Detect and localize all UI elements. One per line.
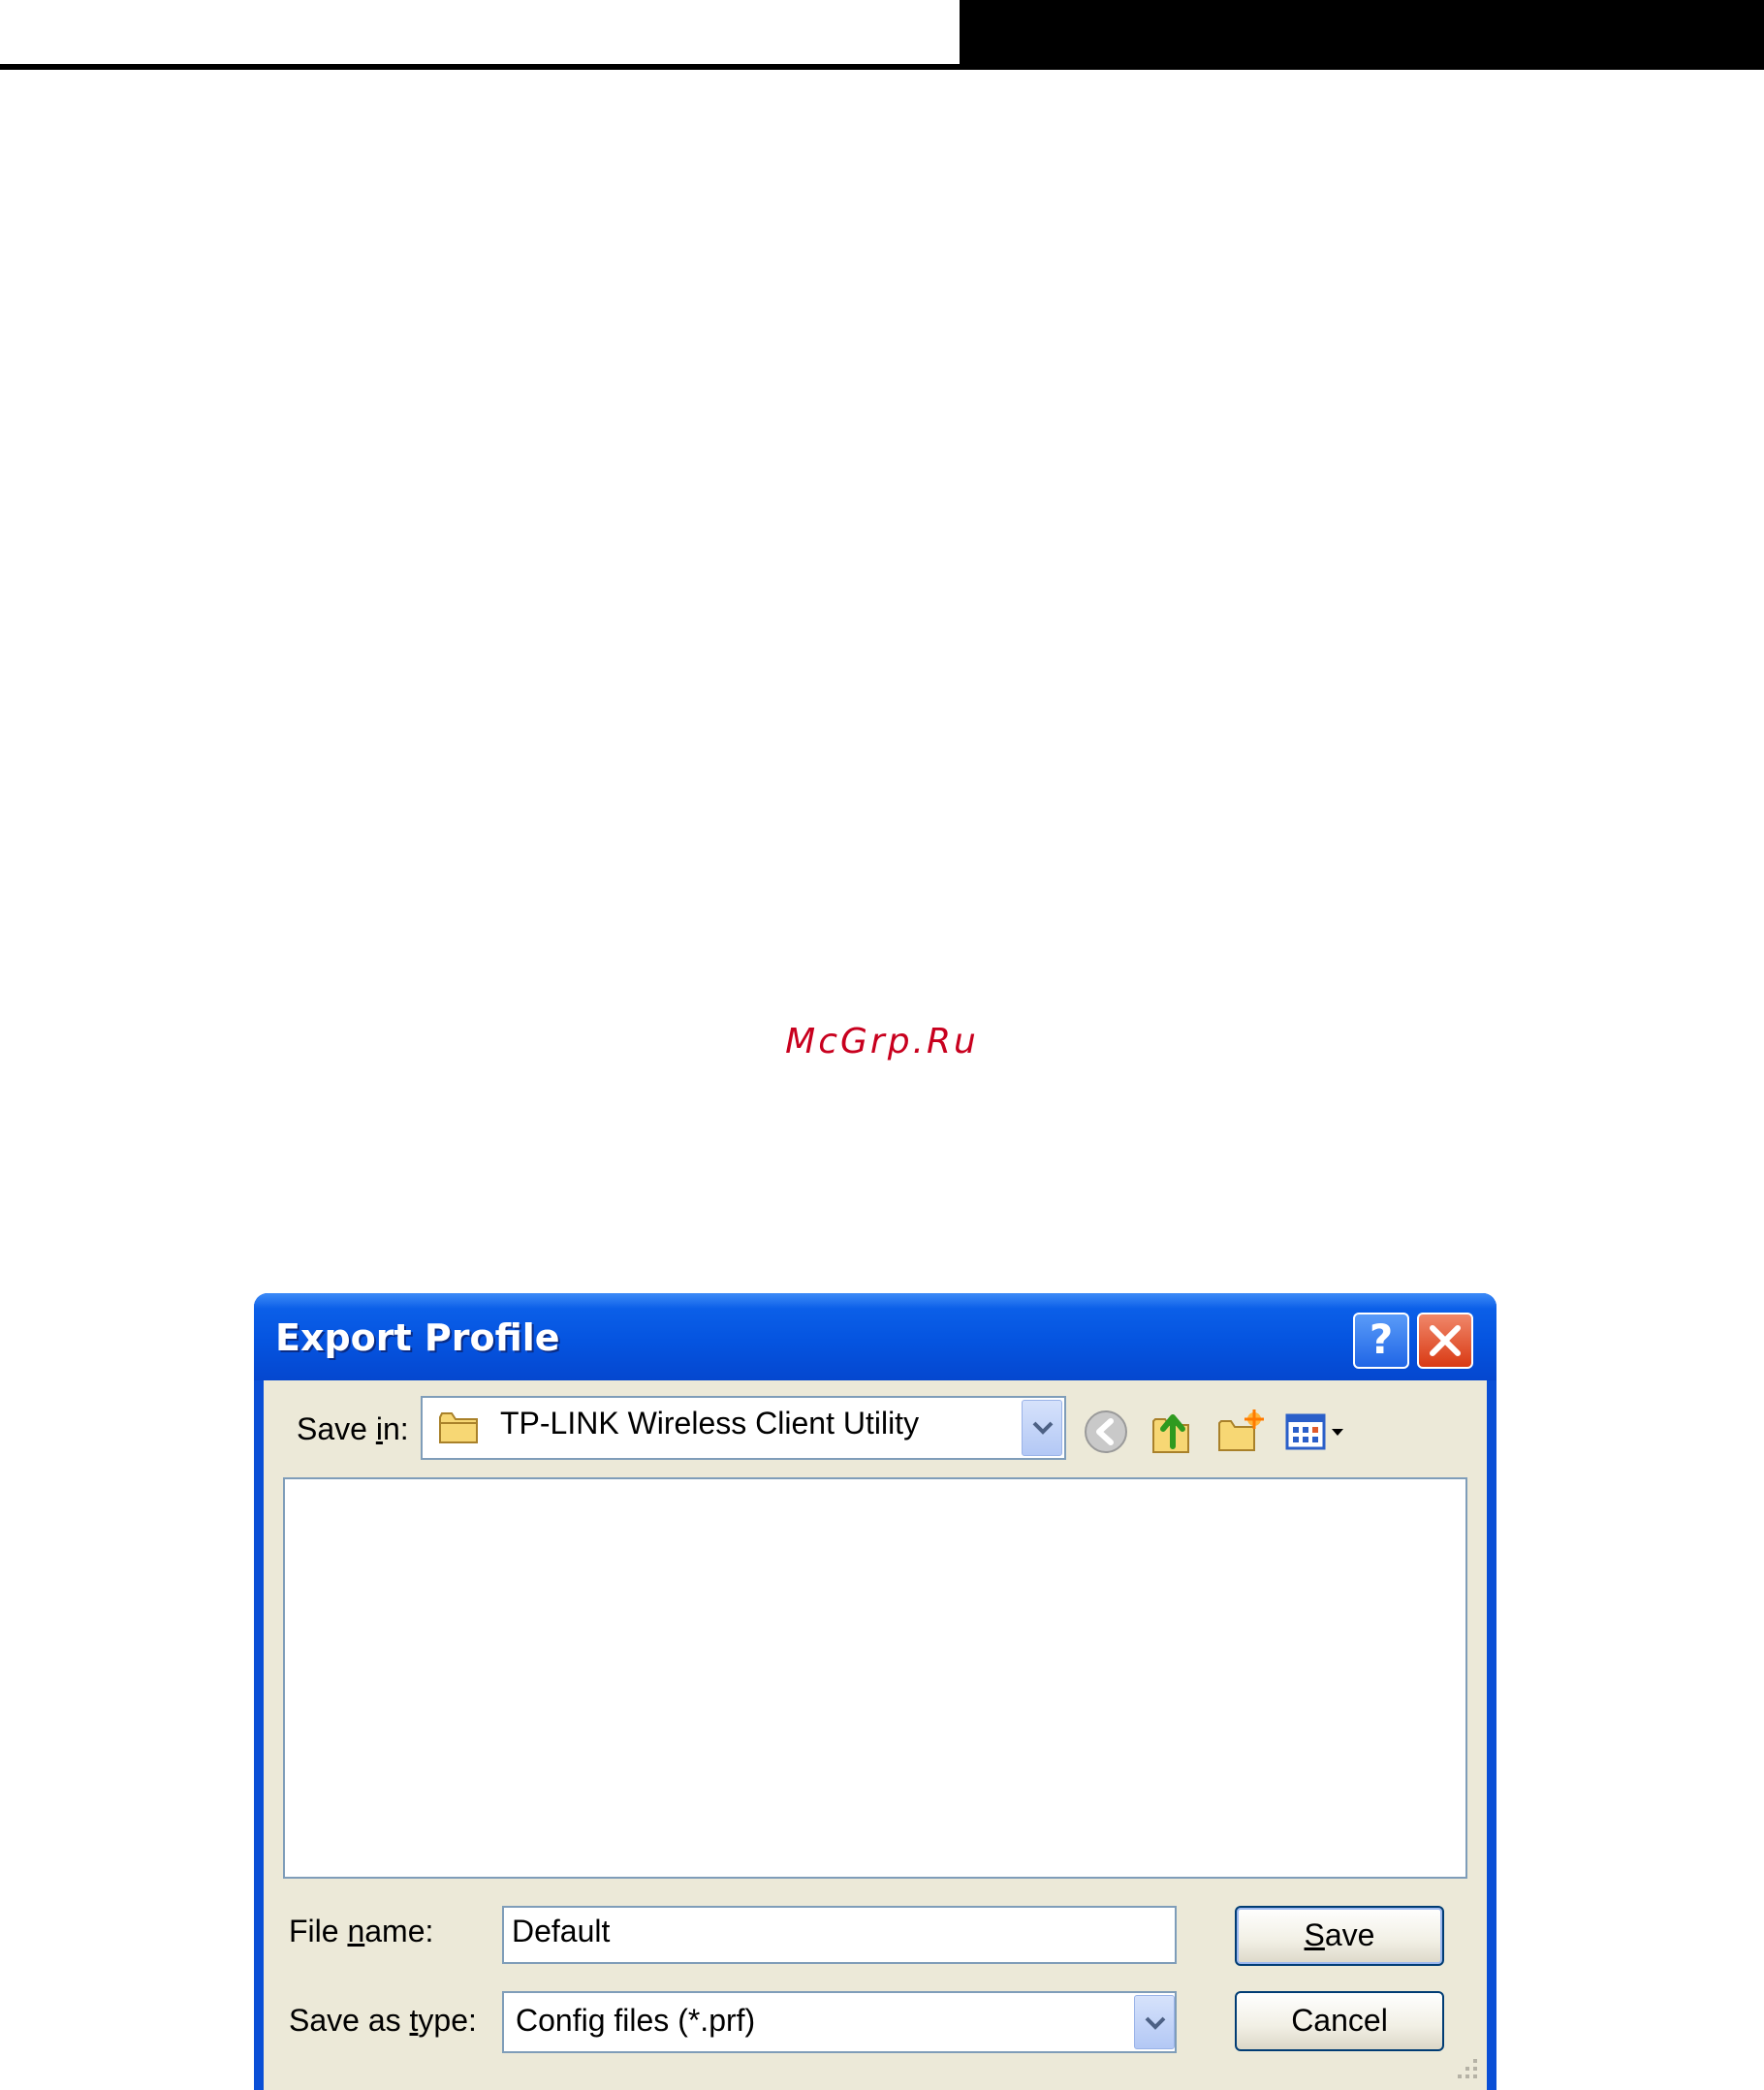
close-icon	[1430, 1325, 1461, 1356]
save-as-type-value: Config files (*.prf)	[516, 2003, 756, 2038]
save-in-label: Save in:	[297, 1411, 409, 1446]
file-list[interactable]	[283, 1477, 1467, 1879]
save-as-type-label: Save as type:	[289, 2003, 477, 2038]
up-folder-icon[interactable]	[1150, 1408, 1198, 1456]
help-button[interactable]: ?	[1353, 1313, 1409, 1369]
save-in-dropdown[interactable]: TP-LINK Wireless Client Utility	[421, 1396, 1066, 1460]
watermark: McGrp.Ru	[785, 1022, 979, 1061]
dialog-title: Export Profile	[275, 1316, 560, 1359]
close-button[interactable]	[1417, 1313, 1473, 1369]
cancel-button[interactable]: Cancel	[1235, 1991, 1444, 2051]
save-as-type-dropdown-button[interactable]	[1134, 1995, 1175, 2049]
file-name-value: Default	[512, 1914, 611, 1948]
folder-icon	[439, 1412, 478, 1443]
new-folder-icon[interactable]	[1215, 1408, 1266, 1456]
file-name-label: File name:	[289, 1914, 434, 1948]
page: McGrp.Ru Export Profile ? Save in: TP-LI…	[0, 0, 1764, 2090]
chevron-down-icon	[1145, 2016, 1166, 2030]
save-button[interactable]: Save	[1235, 1906, 1444, 1966]
chevron-down-icon	[1032, 1421, 1054, 1435]
header-block	[960, 0, 1764, 70]
save-in-dropdown-button[interactable]	[1022, 1400, 1062, 1456]
view-menu-icon[interactable]	[1283, 1408, 1353, 1456]
resize-grip-icon[interactable]	[1450, 2055, 1481, 2086]
title-bar[interactable]: Export Profile ?	[254, 1293, 1496, 1380]
header-rule	[0, 64, 961, 70]
back-icon[interactable]	[1082, 1408, 1130, 1456]
file-name-input[interactable]: Default	[502, 1906, 1177, 1964]
save-in-value: TP-LINK Wireless Client Utility	[500, 1406, 920, 1441]
save-as-type-dropdown[interactable]: Config files (*.prf)	[502, 1991, 1177, 2053]
